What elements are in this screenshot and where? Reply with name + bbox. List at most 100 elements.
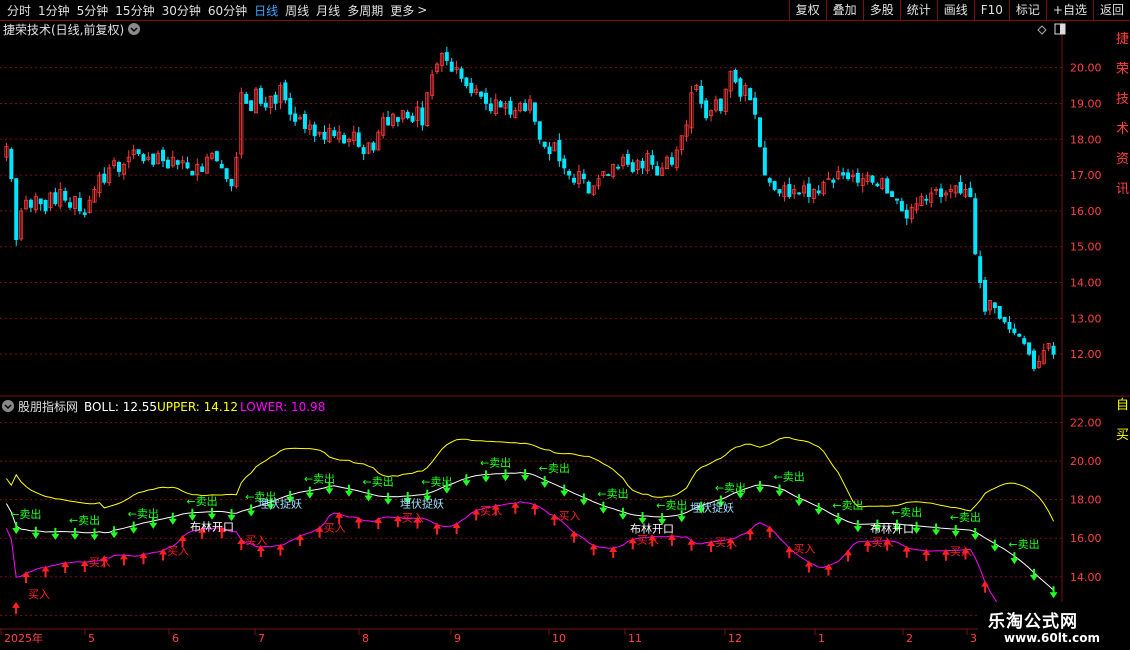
candle-body [302,114,307,129]
panel-maximize-icon[interactable] [1054,23,1066,35]
toolbar-button-2[interactable]: 多股 [862,0,900,20]
signal-label: ←卖出 [69,513,100,527]
candle-body [43,199,48,212]
candle-body [102,173,107,183]
period-tab-8[interactable]: 月线 [316,2,340,19]
stock-chart[interactable]: ←卖出 ←卖出买入←卖出买入←卖出买入←卖出←卖出买入←卖出买入←卖出买入←卖出 ←… [0,21,1130,650]
period-tab-10[interactable]: 更多 [390,2,414,19]
candle-body [655,166,660,176]
candle-body [958,182,963,194]
date-tick: 7 [258,632,265,645]
period-tab-5[interactable]: 60分钟 [208,2,247,19]
toolbar-button-0[interactable]: 复权 [788,0,826,20]
boll-tick: 20.00 [1070,455,1102,468]
candle-body [640,160,645,169]
boll-tick: 14.00 [1070,571,1102,584]
buy-arrow-icon [824,563,833,576]
toolbar-button-7[interactable]: +自选 [1045,0,1093,20]
period-tab-3[interactable]: 15分钟 [115,2,154,19]
candle-body [767,178,772,183]
sell-arrow-icon [481,470,490,483]
candle-body [890,191,895,197]
period-tab-2[interactable]: 5分钟 [77,2,109,19]
indicator-dropdown-icon[interactable] [2,400,14,412]
candle-body [332,130,337,137]
side-vertical-text: 荣 [1116,62,1129,77]
toolbar-button-1[interactable]: 叠加 [825,0,863,20]
candle-body [342,135,347,144]
candle-body [606,174,611,176]
period-tab-6[interactable]: 日线 [254,2,278,19]
candle-body [562,158,567,169]
more-chevron-icon[interactable]: > [417,3,427,17]
candle-body [983,279,988,312]
price-tick: 20.00 [1070,62,1102,75]
buy-arrow-icon [902,545,911,558]
candle-body [1002,317,1007,323]
candle-body [797,192,802,195]
signal-label: ←卖出 [950,510,981,524]
candle-body [283,82,288,101]
candle-body [542,141,547,147]
candle-body [899,201,904,212]
period-tab-7[interactable]: 周线 [285,2,309,19]
period-tab-9[interactable]: 多周期 [347,2,383,19]
candle-body [557,140,562,162]
signal-label: ←卖出 [1008,537,1039,551]
signal-label: 买入 [245,534,267,547]
candle-body [200,166,205,172]
buy-arrow-icon [550,513,559,526]
candle-body [361,147,366,155]
signal-label: ←卖出 [656,498,687,512]
buy-arrow-icon [844,549,853,562]
signal-label: 布林开口 [190,520,234,534]
main-title-dropdown-icon[interactable] [128,23,140,35]
signal-label: 买入 [480,504,502,517]
sell-arrow-icon [755,480,764,493]
date-tick: 2025年 [4,631,43,645]
candle-body [846,172,851,180]
buy-arrow-icon [237,538,246,551]
price-tick: 16.00 [1070,205,1102,218]
price-tick: 17.00 [1070,169,1102,182]
candle-body [718,98,723,112]
toolbar-button-4[interactable]: 画线 [936,0,974,20]
sell-arrow-icon [795,494,804,507]
candle-body [410,115,415,122]
toolbar-button-8[interactable]: 返回 [1092,0,1130,20]
panel-diamond-icon[interactable] [1037,25,1047,35]
toolbar-button-6[interactable]: 标记 [1008,0,1046,20]
candle-body [532,102,537,122]
sell-arrow-icon [814,502,823,515]
candle-body [244,93,249,104]
buy-arrow-icon [765,525,774,538]
signal-label: 买入 [28,588,50,601]
candle-body [14,178,19,240]
lower-value: LOWER: 10.98 [240,400,325,414]
signal-label: ←卖出 [539,461,570,475]
toolbar-button-3[interactable]: 统计 [899,0,937,20]
candle-body [371,142,376,151]
buy-arrow-icon [374,517,383,530]
date-tick: 6 [172,632,179,645]
period-tab-0[interactable]: 分时 [7,2,31,19]
candle-body [772,181,777,190]
sell-arrow-icon [971,527,980,540]
candle-body [82,212,87,215]
candlesticks[interactable] [4,46,1056,372]
buy-arrow-icon [981,580,990,593]
candle-body [757,117,762,147]
candle-body [1012,328,1017,334]
signal-label: 买入 [950,545,972,558]
toolbar-button-5[interactable]: F10 [973,0,1009,20]
sell-arrow-icon [560,484,569,497]
signal-label: 埋伏捉妖 [400,496,444,510]
buy-arrow-icon [746,528,755,541]
period-tab-1[interactable]: 1分钟 [38,2,70,19]
candle-body [753,97,758,115]
candle-body [586,181,591,194]
signal-label: 布林开口 [870,521,914,535]
candle-body [650,155,655,165]
period-tab-4[interactable]: 30分钟 [162,2,201,19]
boll-tick: 18.00 [1070,494,1102,507]
